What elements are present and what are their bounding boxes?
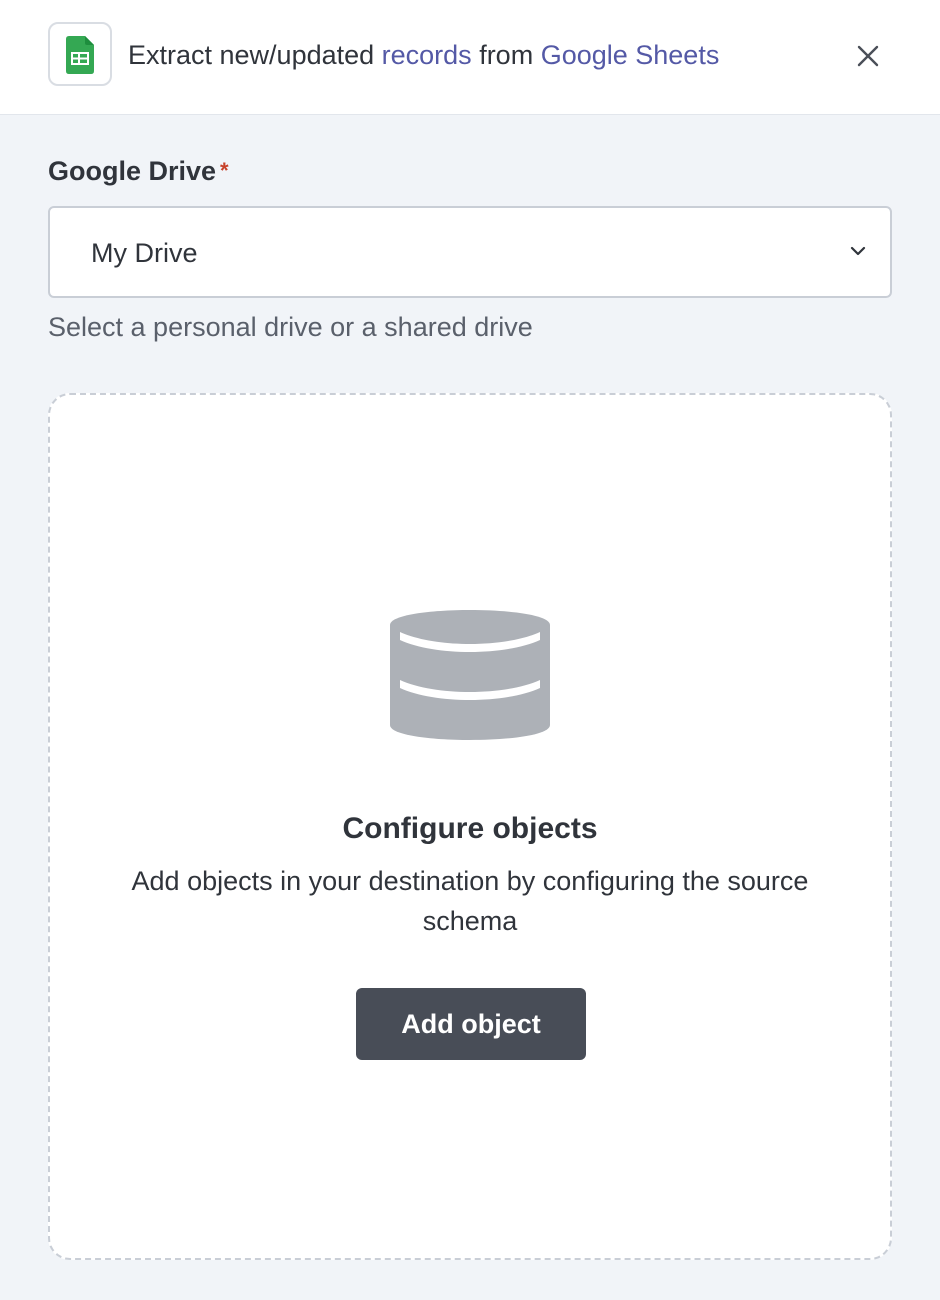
configure-objects-panel: Configure objects Add objects in your de… (48, 393, 892, 1260)
close-icon (857, 45, 879, 67)
configure-objects-description: Add objects in your destination by confi… (131, 866, 809, 936)
google-drive-helper-text: Select a personal drive or a shared driv… (48, 312, 533, 342)
configure-objects-title: Configure objects (342, 812, 598, 845)
title-prefix: Extract new/updated (128, 40, 382, 70)
google-sheets-icon (48, 22, 112, 86)
add-object-button[interactable]: Add object (356, 988, 586, 1060)
close-button[interactable] (848, 36, 888, 76)
google-drive-label-text: Google Drive (48, 156, 217, 186)
records-link[interactable]: records (382, 40, 472, 70)
panel-header: Extract new/updated records from Google … (0, 0, 940, 115)
google-drive-selected-value: My Drive (91, 238, 198, 268)
required-marker: * (220, 158, 229, 183)
database-icon (390, 610, 550, 740)
chevron-down-icon (850, 246, 866, 256)
title-middle: from (471, 40, 541, 70)
google-sheets-link[interactable]: Google Sheets (541, 40, 720, 70)
panel-title: Extract new/updated records from Google … (128, 36, 719, 74)
google-drive-select[interactable]: My Drive (48, 206, 892, 298)
google-drive-label: Google Drive * (48, 152, 229, 190)
